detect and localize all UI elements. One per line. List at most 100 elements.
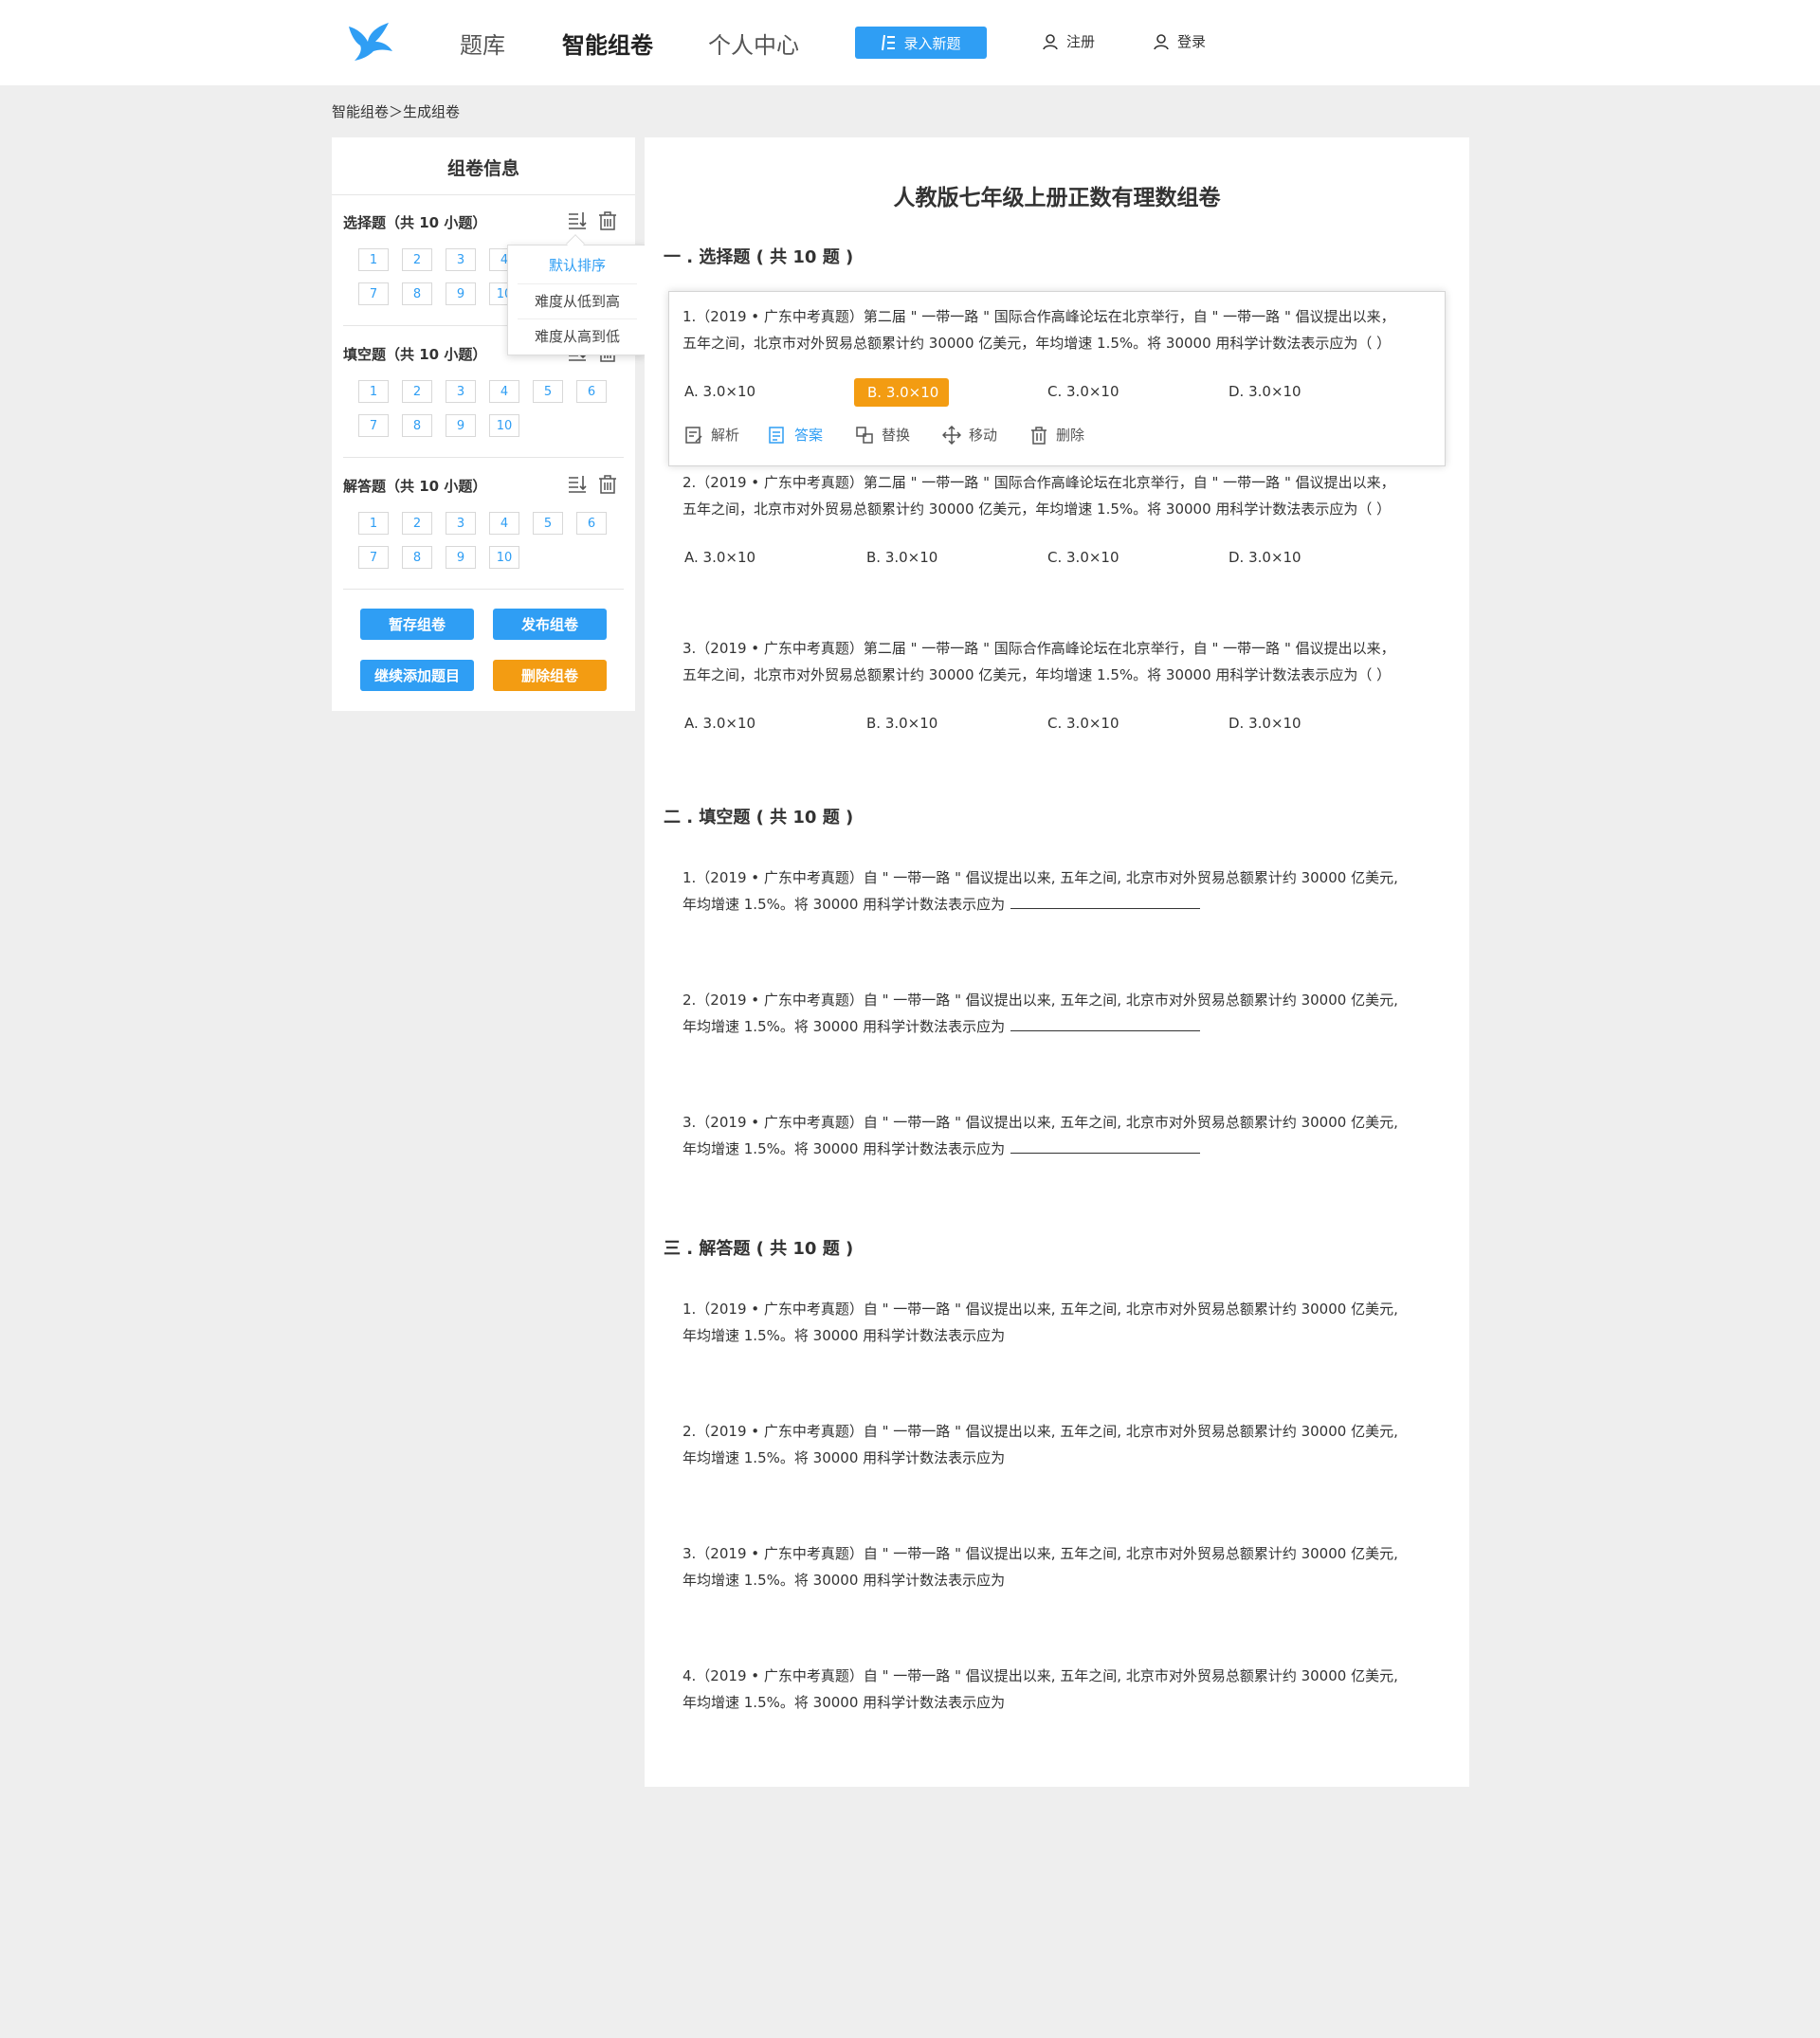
action-label: 删除 xyxy=(1056,427,1085,444)
question-line: 年均增速 1.5%。将 30000 用科学计数法表示应为 xyxy=(682,1018,1006,1035)
question-number[interactable]: 6 xyxy=(576,380,607,403)
option-a[interactable]: A. 3.0×10 xyxy=(684,383,755,400)
question-number[interactable]: 6 xyxy=(576,512,607,535)
trash-icon[interactable] xyxy=(597,210,618,231)
question-line: 3.（2019 • 广东中考真题）第二届 " 一带一路 " 国际合作高峰论坛在北… xyxy=(682,640,1395,657)
publish-button[interactable]: 发布组卷 xyxy=(493,609,607,640)
action-label: 移动 xyxy=(969,427,998,444)
question-line: 2.（2019 • 广东中考真题）自 " 一带一路 " 倡议提出以来, 五年之间… xyxy=(682,1423,1398,1440)
question-number[interactable]: 9 xyxy=(446,282,476,305)
question-number[interactable]: 3 xyxy=(446,512,476,535)
question-number[interactable]: 7 xyxy=(358,546,389,569)
question-number[interactable]: 5 xyxy=(533,380,563,403)
question-text[interactable]: 4.（2019 • 广东中考真题）自 " 一带一路 " 倡议提出以来, 五年之间… xyxy=(682,1663,1441,1716)
sort-high-to-low[interactable]: 难度从高到低 xyxy=(518,318,637,353)
login-label: 登录 xyxy=(1177,33,1207,50)
add-more-button[interactable]: 继续添加题目 xyxy=(360,660,474,691)
analysis-action[interactable]: 解析 xyxy=(684,425,739,445)
option-d[interactable]: D. 3.0×10 xyxy=(1228,383,1301,400)
new-question-button[interactable]: 录入新题 xyxy=(855,27,987,59)
question-text[interactable]: 2.（2019 • 广东中考真题）自 " 一带一路 " 倡议提出以来, 五年之间… xyxy=(682,1418,1441,1471)
question-number[interactable]: 3 xyxy=(446,248,476,271)
question-number[interactable]: 3 xyxy=(446,380,476,403)
option-c[interactable]: C. 3.0×10 xyxy=(1047,383,1119,400)
question-number[interactable]: 8 xyxy=(402,414,432,437)
question-line: 五年之间，北京市对外贸易总额累计约 30000 亿美元，年均增速 1.5%。将 … xyxy=(682,666,1392,683)
question-number[interactable]: 10 xyxy=(489,414,519,437)
question-number[interactable]: 8 xyxy=(402,546,432,569)
register-link[interactable]: 注册 xyxy=(1042,31,1095,51)
question-number[interactable]: 1 xyxy=(358,380,389,403)
question-line: 年均增速 1.5%。将 30000 用科学计数法表示应为 xyxy=(682,1572,1006,1589)
option-b[interactable]: B. 3.0×10 xyxy=(866,549,937,566)
question-number[interactable]: 10 xyxy=(489,546,519,569)
question-text[interactable]: 2.（2019 • 广东中考真题）第二届 " 一带一路 " 国际合作高峰论坛在北… xyxy=(682,469,1441,522)
option-b-selected[interactable]: B. 3.0×10 xyxy=(854,378,949,407)
option-c[interactable]: C. 3.0×10 xyxy=(1047,549,1119,566)
sort-default[interactable]: 默认排序 xyxy=(518,247,637,282)
group-label-answer: 解答题（共 10 小题） xyxy=(343,478,487,495)
question-number[interactable]: 5 xyxy=(533,512,563,535)
question-number[interactable]: 2 xyxy=(402,248,432,271)
option-d[interactable]: D. 3.0×10 xyxy=(1228,549,1301,566)
divider xyxy=(343,589,624,590)
question-line: 2.（2019 • 广东中考真题）第二届 " 一带一路 " 国际合作高峰论坛在北… xyxy=(682,474,1395,491)
question-text: 1.（2019 • 广东中考真题）第二届 " 一带一路 " 国际合作高峰论坛在北… xyxy=(682,303,1441,356)
paper-info-panel: 组卷信息 选择题（共 10 小题） 1 2 3 4 5 6 7 8 9 10 填… xyxy=(332,137,635,711)
question-text[interactable]: 3.（2019 • 广东中考真题）第二届 " 一带一路 " 国际合作高峰论坛在北… xyxy=(682,635,1441,688)
question-number[interactable]: 9 xyxy=(446,546,476,569)
login-link[interactable]: 登录 xyxy=(1153,31,1206,51)
question-number[interactable]: 4 xyxy=(489,512,519,535)
option-b[interactable]: B. 3.0×10 xyxy=(866,715,937,732)
nav-personal-center[interactable]: 个人中心 xyxy=(708,27,799,60)
question-text[interactable]: 1.（2019 • 广东中考真题）自 " 一带一路 " 倡议提出以来, 五年之间… xyxy=(682,1296,1441,1349)
new-question-label: 录入新题 xyxy=(903,34,961,52)
breadcrumb: 智能组卷＞生成组卷 xyxy=(332,103,461,120)
register-label: 注册 xyxy=(1066,33,1096,50)
question-line: 年均增速 1.5%。将 30000 用科学计数法表示应为 xyxy=(682,1140,1006,1157)
question-line: 3.（2019 • 广东中考真题）自 " 一带一路 " 倡议提出以来, 五年之间… xyxy=(682,1545,1398,1562)
save-draft-button[interactable]: 暂存组卷 xyxy=(360,609,474,640)
question-line: 3.（2019 • 广东中考真题）自 " 一带一路 " 倡议提出以来, 五年之间… xyxy=(682,1114,1398,1131)
question-line: 4.（2019 • 广东中考真题）自 " 一带一路 " 倡议提出以来, 五年之间… xyxy=(682,1667,1398,1684)
answer-action[interactable]: 答案 xyxy=(768,425,823,445)
option-c[interactable]: C. 3.0×10 xyxy=(1047,715,1119,732)
question-text[interactable]: 3.（2019 • 广东中考真题）自 " 一带一路 " 倡议提出以来, 五年之间… xyxy=(682,1109,1441,1162)
trash-icon[interactable] xyxy=(597,474,618,495)
sort-icon[interactable] xyxy=(567,474,588,495)
delete-paper-button[interactable]: 删除组卷 xyxy=(493,660,607,691)
question-number[interactable]: 2 xyxy=(402,380,432,403)
sort-icon[interactable] xyxy=(567,210,588,231)
question-number[interactable]: 7 xyxy=(358,282,389,305)
question-text[interactable]: 1.（2019 • 广东中考真题）自 " 一带一路 " 倡议提出以来, 五年之间… xyxy=(682,864,1441,918)
option-a[interactable]: A. 3.0×10 xyxy=(684,715,755,732)
bird-logo-icon[interactable] xyxy=(347,21,394,63)
question-text[interactable]: 3.（2019 • 广东中考真题）自 " 一带一路 " 倡议提出以来, 五年之间… xyxy=(682,1540,1441,1593)
question-number[interactable]: 9 xyxy=(446,414,476,437)
action-label: 替换 xyxy=(882,427,911,444)
question-line: 年均增速 1.5%。将 30000 用科学计数法表示应为 xyxy=(682,1449,1006,1466)
move-action[interactable]: 移动 xyxy=(942,425,997,445)
delete-action[interactable]: 删除 xyxy=(1029,425,1084,445)
nav-question-bank[interactable]: 题库 xyxy=(460,27,505,60)
option-d[interactable]: D. 3.0×10 xyxy=(1228,715,1301,732)
sort-low-to-high[interactable]: 难度从低到高 xyxy=(518,283,637,318)
question-number[interactable]: 4 xyxy=(489,380,519,403)
question-line: 年均增速 1.5%。将 30000 用科学计数法表示应为 xyxy=(682,1694,1006,1711)
option-a[interactable]: A. 3.0×10 xyxy=(684,549,755,566)
answer-blank xyxy=(1010,1140,1201,1154)
panel-title: 组卷信息 xyxy=(446,158,519,179)
question-number[interactable]: 8 xyxy=(402,282,432,305)
paper-preview: 人教版七年级上册正数有理数组卷 一 . 选择题 ( 共 10 题 ) 1.（20… xyxy=(645,137,1469,1787)
question-line: 2.（2019 • 广东中考真题）自 " 一带一路 " 倡议提出以来, 五年之间… xyxy=(682,992,1398,1009)
answer-blank xyxy=(1010,896,1201,909)
question-number[interactable]: 1 xyxy=(358,512,389,535)
question-number[interactable]: 7 xyxy=(358,414,389,437)
nav-smart-paper[interactable]: 智能组卷 xyxy=(562,27,653,60)
question-text[interactable]: 2.（2019 • 广东中考真题）自 " 一带一路 " 倡议提出以来, 五年之间… xyxy=(682,987,1441,1040)
question-number[interactable]: 2 xyxy=(402,512,432,535)
question-number[interactable]: 1 xyxy=(358,248,389,271)
replace-action[interactable]: 替换 xyxy=(855,425,910,445)
question-line: 年均增速 1.5%。将 30000 用科学计数法表示应为 xyxy=(682,896,1006,913)
section-title-fill: 二 . 填空题 ( 共 10 题 ) xyxy=(664,808,854,828)
